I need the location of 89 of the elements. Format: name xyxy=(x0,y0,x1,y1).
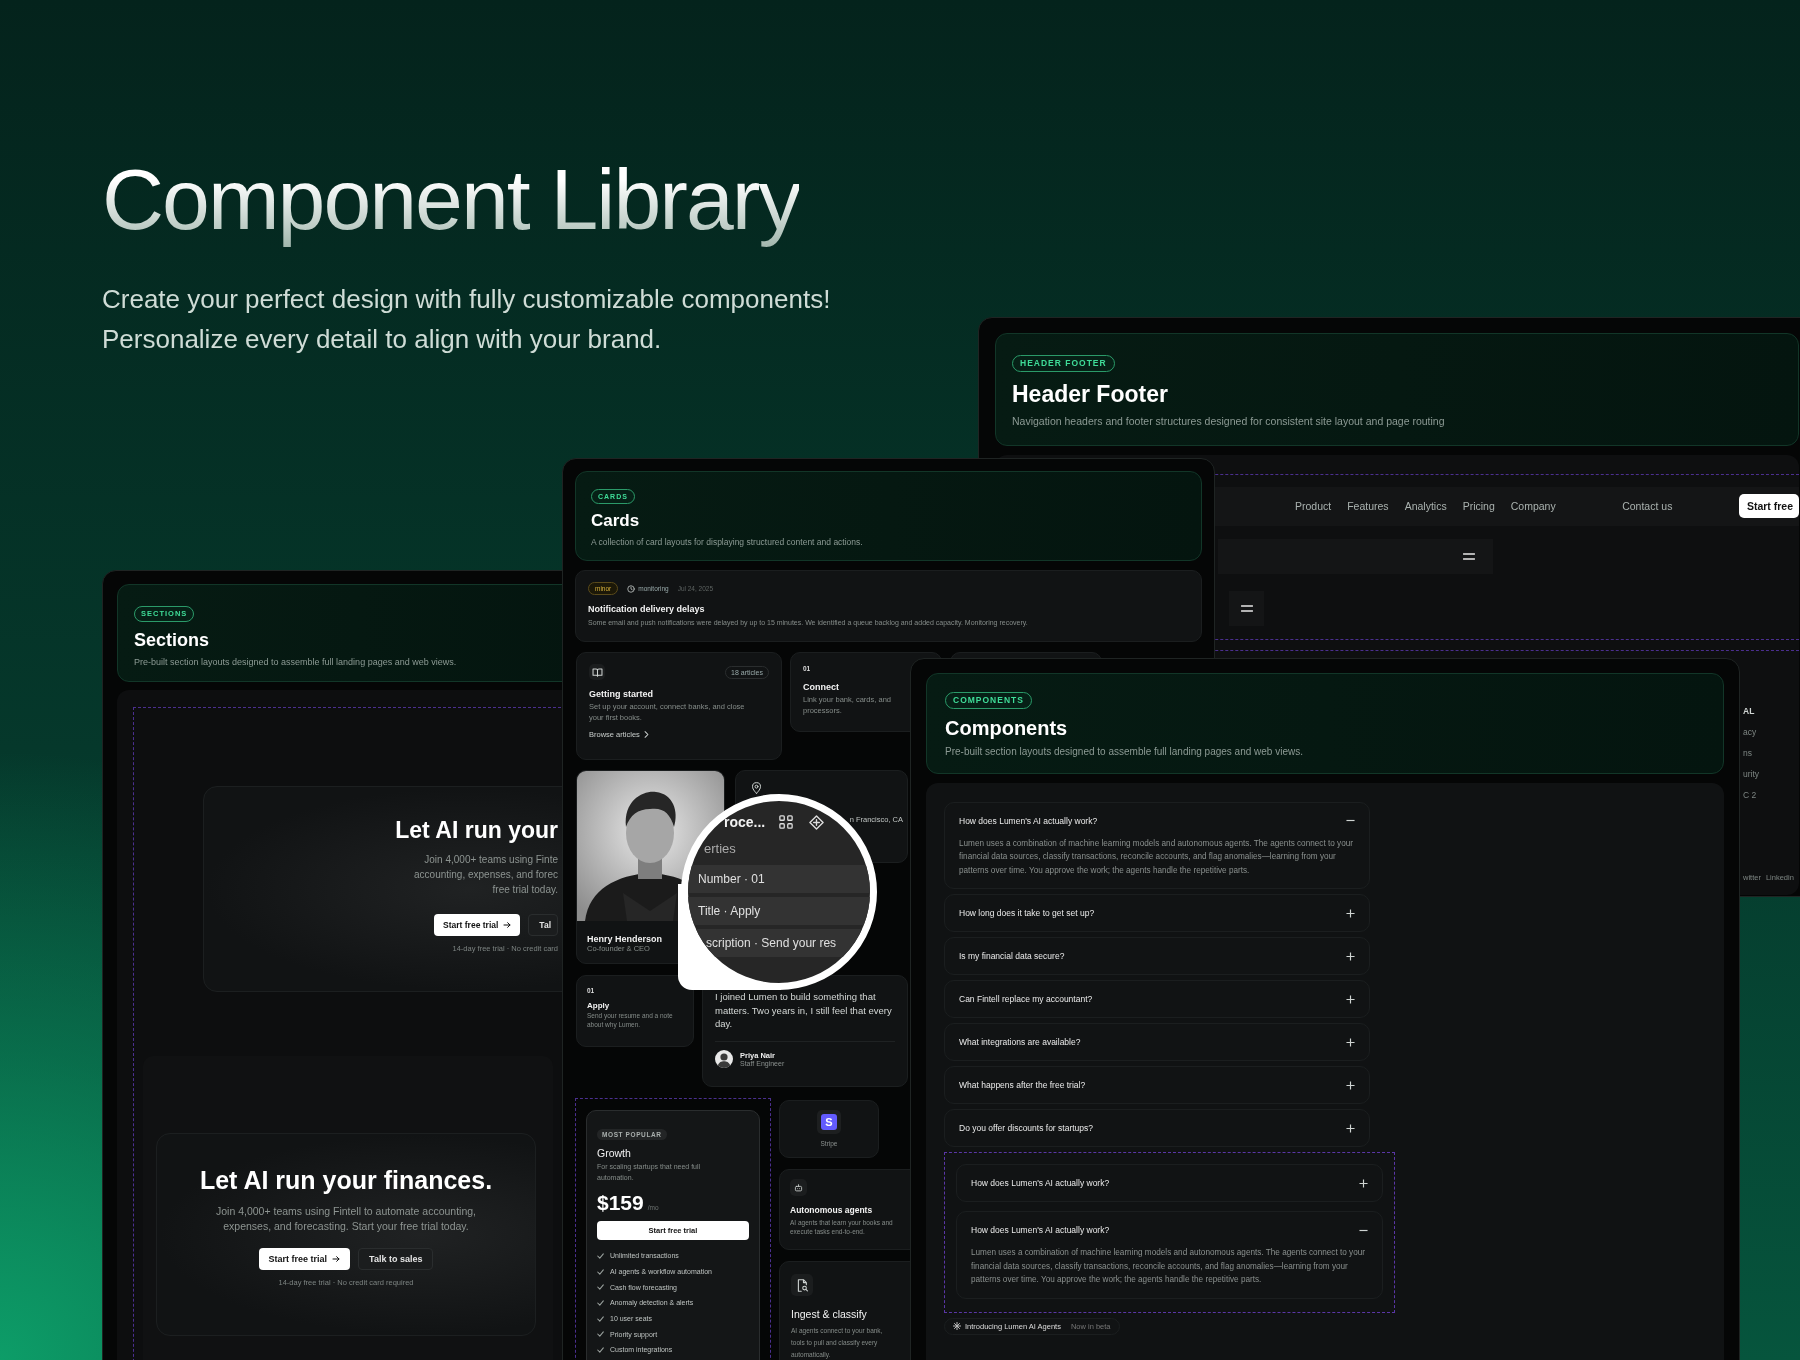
section-description: Pre-built section layouts designed to assemble full landing pages and web views. xyxy=(134,656,458,667)
hero-text: Join 4,000+ teams using Fintell to automate accounting, expenses, and forecasting. Start your free trial today. xyxy=(214,1203,477,1234)
location-pin-icon xyxy=(751,782,762,794)
section-description: Pre-built section layouts designed to assemble full landing pages and web views. xyxy=(945,745,1304,757)
faq-item[interactable]: Can Fintell replace my accountant? xyxy=(944,980,1370,1018)
card-title: Getting started xyxy=(589,689,654,699)
page-subtitle: Create your perfect design with fully customizable components! Personalize every detail to align with your brand. xyxy=(102,282,832,356)
section-badge: HEADER FOOTER xyxy=(1012,355,1115,372)
sparkle-icon xyxy=(953,1322,961,1330)
arrow-right-icon xyxy=(503,920,512,929)
section-title: Components xyxy=(945,716,1069,740)
footer-link[interactable]: acy xyxy=(1743,726,1799,737)
nav-link[interactable]: Features xyxy=(1347,500,1389,512)
robot-icon xyxy=(794,1183,803,1192)
check-icon xyxy=(597,1299,604,1306)
faq-question: Can Fintell replace my accountant? xyxy=(959,994,1093,1004)
footer-link[interactable]: C 2 xyxy=(1743,789,1799,800)
hero-heading: Let AI run your xyxy=(395,816,558,844)
cta-button[interactable]: Start free xyxy=(1738,494,1799,518)
panel-heading: erties xyxy=(704,841,736,856)
hero-text: Join 4,000+ teams using Finte xyxy=(423,852,558,867)
card-title: Ingest & classify xyxy=(791,1308,868,1320)
hero-heading: Let AI run your finances. xyxy=(199,1165,493,1195)
faq-question: Is my financial data secure? xyxy=(959,951,1065,961)
faq-question: Do you offer discounts for startups? xyxy=(959,1123,1094,1133)
plan-name: Growth xyxy=(597,1147,632,1159)
nav-link[interactable]: Contact us xyxy=(1622,500,1673,512)
card-title: Connect xyxy=(803,682,840,692)
faq-question: What happens after the free trial? xyxy=(959,1080,1086,1090)
section-badge: COMPONENTS xyxy=(945,692,1032,709)
grid-icon xyxy=(779,815,794,829)
check-icon xyxy=(597,1315,604,1322)
nav-link[interactable]: Product xyxy=(1295,500,1332,512)
component-icon xyxy=(809,814,825,830)
start-trial-button[interactable]: Start free trial xyxy=(434,913,521,936)
faq-answer: Lumen uses a combination of machine learning models and autonomous agents. The agents connect to your financial data sources, classify transactions, reconcile accounts, and flag anomalies—learning from your patterns over time. You approve the work; the agents handle the repetitive parts. xyxy=(959,837,1354,877)
sales-button[interactable]: Talk to sales xyxy=(358,1247,434,1270)
faq-item[interactable]: How does Lumen's AI actually work? xyxy=(956,1164,1383,1202)
section-description: A collection of card layouts for displaying structured content and actions. xyxy=(591,537,864,547)
footer-link[interactable]: ns xyxy=(1743,747,1799,758)
check-icon xyxy=(597,1284,604,1291)
menu-icon xyxy=(1240,604,1253,612)
nav-link[interactable]: Analytics xyxy=(1404,500,1447,512)
check-icon xyxy=(597,1268,604,1275)
stripe-logo: S xyxy=(821,1114,837,1130)
faq-item[interactable]: What happens after the free trial? xyxy=(944,1066,1370,1104)
faq-item[interactable] xyxy=(944,801,1370,889)
faq-question: What integrations are available? xyxy=(959,1037,1081,1047)
section-description: Navigation headers and footer structures designed for consistent site layout and page routing xyxy=(1012,414,1446,427)
faq-item[interactable]: What integrations are available? xyxy=(944,1023,1370,1061)
chevron-right-icon xyxy=(643,731,649,738)
check-icon xyxy=(597,1252,604,1259)
menu-icon xyxy=(1463,552,1475,560)
check-icon xyxy=(597,1331,604,1338)
card-title: Autonomous agents xyxy=(790,1205,874,1215)
faq-question: How does Lumen's AI actually work? xyxy=(971,1225,1110,1235)
layer-title: roce... xyxy=(724,814,766,830)
avatar-icon xyxy=(715,1049,733,1068)
clock-icon xyxy=(627,584,636,593)
hero-text: accounting, expenses, and forec xyxy=(414,867,558,882)
property-row: Title · Apply xyxy=(688,897,870,925)
menu-button[interactable] xyxy=(1229,590,1264,626)
faq-question: How long does it take to get set up? xyxy=(959,908,1095,918)
testimonial-quote: I joined Lumen to build something that matters. Two years in, I still feel that every day. xyxy=(715,990,893,1031)
sales-button[interactable]: Tal xyxy=(528,913,558,936)
card-title: Apply xyxy=(587,1001,611,1010)
plan-price: $159 xyxy=(597,1191,644,1215)
check-icon xyxy=(597,1346,604,1353)
footer-heading: AL xyxy=(1743,705,1756,716)
arrow-right-icon xyxy=(332,1254,341,1263)
incident-title: Notification delivery delays xyxy=(588,604,706,614)
section-title: Header Footer xyxy=(1012,380,1169,408)
faq-item[interactable]: Do you offer discounts for startups? xyxy=(944,1109,1370,1147)
section-title: Sections xyxy=(134,629,211,651)
faq-question: How does Lumen's AI actually work? xyxy=(971,1178,1110,1188)
book-icon xyxy=(591,666,603,678)
faq-item[interactable] xyxy=(956,1211,1383,1299)
section-title: Cards xyxy=(591,511,641,531)
faq-item[interactable]: How long does it take to get set up? xyxy=(944,894,1370,932)
faq-answer: Lumen uses a combination of machine learning models and autonomous agents. The agents connect to your financial data sources, classify transactions, reconcile accounts, and flag anomalies—learning from your patterns over time. You approve the work; the agents handle the repetitive parts. xyxy=(971,1247,1366,1286)
nav-link[interactable]: Pricing xyxy=(1462,500,1495,512)
faq-item[interactable]: Is my financial data secure? xyxy=(944,937,1370,975)
faq-question: How does Lumen's AI actually work? xyxy=(959,815,1098,826)
footer-link[interactable]: urity xyxy=(1743,768,1799,779)
start-trial-button[interactable]: Start free trial xyxy=(258,1247,351,1270)
hero-text: free trial today. xyxy=(491,882,558,897)
document-search-icon xyxy=(796,1278,808,1292)
property-row: Number · 01 xyxy=(688,865,870,893)
nav-link[interactable]: Company xyxy=(1510,500,1556,512)
